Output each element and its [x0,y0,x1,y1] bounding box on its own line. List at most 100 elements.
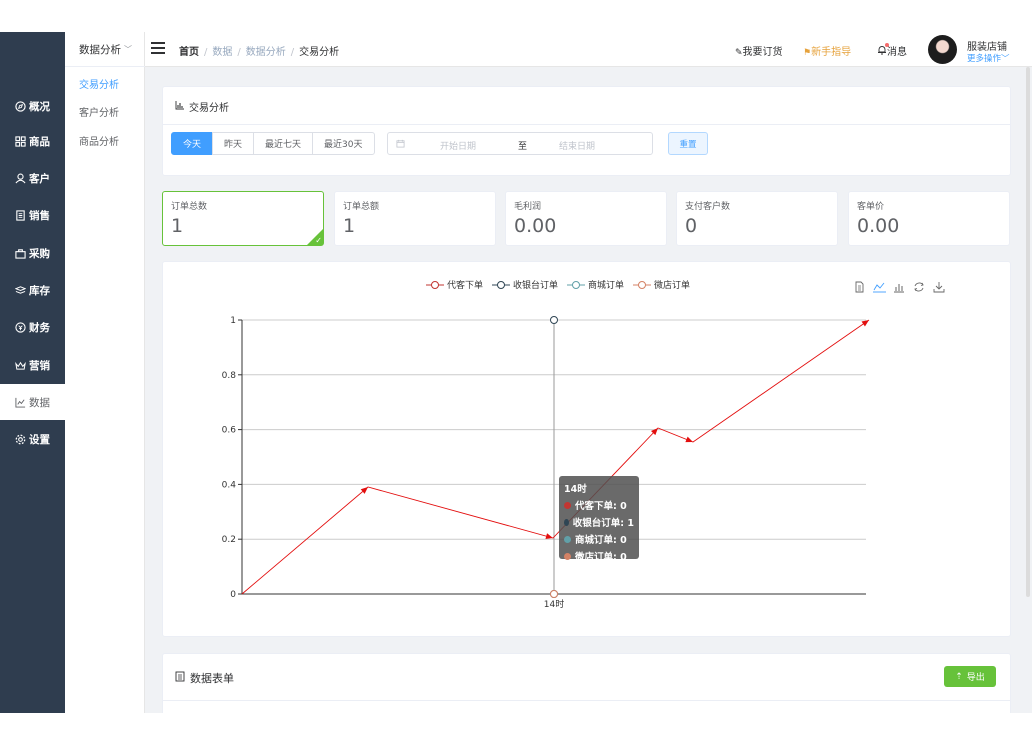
more-actions-dropdown[interactable]: 更多操作﹀ [967,52,1010,64]
range-button-group: 今天 昨天 最近七天 最近30天 [171,132,375,155]
section-title: 数据表单 [175,670,234,686]
sidebar-item-goods[interactable]: 商品 [0,123,65,159]
y-tick-label: 0.2 [222,535,236,545]
chevron-down-icon: ﹀ [124,44,132,54]
breadcrumb: 首页 / 数据 / 数据分析 / 交易分析 [179,47,340,58]
reset-button[interactable]: 重置 [668,132,708,155]
breadcrumb-data[interactable]: 数据 [212,47,232,58]
stat-label: 订单总数 [171,202,208,212]
y-tick-label: 0.8 [222,371,237,381]
tag-icon: ✎ [735,48,743,58]
chart-card: 代客下单 收银台订单 商城订单 微店订单 0 0.2 0.4 0.6 0.8 1 14时 1… [162,261,1011,637]
compass-icon [14,100,26,112]
data-table-card: 数据表单 ⇡ 导出 [162,653,1011,713]
check-icon: ✓ [315,236,322,245]
submenu-title-label: 数据分析 [79,43,121,56]
sidebar-item-label: 营销 [29,359,50,372]
range-7days-button[interactable]: 最近七天 [253,132,314,155]
bag-icon [14,247,26,259]
scrollbar[interactable] [1026,67,1030,597]
stat-card-avg-order-value[interactable]: 客单价 0.00 [848,191,1010,246]
stat-card-gross-profit[interactable]: 毛利润 0.00 [505,191,667,246]
data-point [550,316,558,324]
stat-value: 1 [343,215,356,237]
stat-value: 0 [685,215,698,237]
chart-line-icon [14,396,26,408]
effect-trail-line [241,319,870,595]
section-title-label: 数据表单 [190,672,234,685]
top-bar: 首页 / 数据 / 数据分析 / 交易分析 ✎我要订货 ⚑新手指导 消息 服装店铺 更多操作… [145,32,1032,67]
y-tick-label: 0.6 [222,426,237,436]
sidebar-item-label: 数据 [29,396,50,409]
range-yesterday-button[interactable]: 昨天 [212,132,255,155]
breadcrumb-analysis[interactable]: 数据分析 [246,47,286,58]
breadcrumb-home[interactable]: 首页 [179,47,199,58]
sidebar-item-label: 财务 [29,321,50,334]
stat-card-paying-customers[interactable]: 支付客户数 0 [676,191,838,246]
x-tick-label: 14时 [544,598,564,610]
sidebar-item-label: 销售 [29,209,50,222]
series-dot [564,535,571,543]
sidebar-item-stock[interactable]: 库存 [0,272,65,308]
list-icon [175,671,185,685]
section-title-label: 交易分析 [189,103,229,114]
divider [163,700,1010,701]
tooltip-label: 商城订单: 0 [575,535,627,546]
crown-icon [14,359,26,371]
tooltip-row: 商城订单: 0 [564,532,634,546]
sidebar-item-sales[interactable]: 销售 [0,197,65,233]
layers-icon [14,284,26,296]
stat-card-order-amount[interactable]: 订单总额 1 [334,191,496,246]
sidebar-item-finance[interactable]: 财务 [0,309,65,345]
range-today-button[interactable]: 今天 [171,132,214,155]
stat-card-order-count[interactable]: 订单总数 1 ✓ [162,191,324,246]
tooltip-row: 微店订单: 0 [564,549,634,563]
trade-analysis-card: 交易分析 今天 昨天 最近七天 最近30天 开始日期 至 结束日期 重置 [162,86,1011,176]
y-tick-label: 0.4 [222,480,237,490]
gear-icon [14,433,26,445]
tooltip-row: 收银台订单: 1 [564,515,634,529]
order-link-label: 我要订货 [742,47,783,58]
avatar[interactable] [928,35,957,64]
order-link[interactable]: ✎我要订货 [735,43,783,58]
y-tick-label: 0 [230,590,236,600]
range-30days-button[interactable]: 最近30天 [312,132,375,155]
bell-icon [877,43,889,55]
guide-link-label: 新手指导 [811,47,852,58]
tooltip-label: 收银台订单: 1 [572,518,634,529]
submenu-item-customer[interactable]: 客户分析 [79,104,119,119]
tooltip-row: 代客下单: 0 [564,498,634,512]
app-frame: 概况 商品 客户 销售 采购 库存 财务 营销 数据 设置 数据分析 ﹀ 交易分… [0,32,1032,713]
sidebar-item-purchase[interactable]: 采购 [0,235,65,271]
menu-toggle-icon[interactable] [151,42,165,54]
submenu-title[interactable]: 数据分析 ﹀ [65,32,145,67]
sidebar-item-label: 概况 [29,100,50,113]
guide-link[interactable]: ⚑新手指导 [803,43,851,58]
y-tick-label: 1 [230,316,236,326]
tooltip-title: 14时 [564,484,587,495]
stat-value: 0.00 [514,215,557,237]
end-date-input[interactable]: 结束日期 [559,139,595,152]
calendar-icon [396,139,405,151]
user-icon [14,172,26,184]
sidebar-item-settings[interactable]: 设置 [0,421,65,457]
submenu-item-trade[interactable]: 交易分析 [79,76,119,91]
sidebar-item-data[interactable]: 数据 [0,384,65,420]
tooltip-label: 微店订单: 0 [575,552,627,563]
message-link[interactable]: 消息 [877,43,907,58]
sidebar-item-overview[interactable]: 概况 [0,88,65,124]
date-range-picker[interactable]: 开始日期 至 结束日期 [387,132,653,155]
sidebar-item-marketing[interactable]: 营销 [0,347,65,383]
submenu-panel: 数据分析 ﹀ 交易分析 客户分析 商品分析 [65,32,145,713]
more-actions-label: 更多操作 [967,54,1002,64]
export-label: 导出 [966,673,985,683]
stat-value: 1 [171,215,184,237]
stat-value: 0.00 [857,215,900,237]
submenu-item-goods[interactable]: 商品分析 [79,133,119,148]
start-date-input[interactable]: 开始日期 [440,139,476,152]
sidebar-item-label: 设置 [29,433,50,446]
export-button[interactable]: ⇡ 导出 [944,666,996,687]
section-title: 交易分析 [175,99,229,114]
chart-tooltip: 14时 代客下单: 0 收银台订单: 1 商城订单: 0 微店订单: 0 [559,476,639,563]
sidebar-item-customers[interactable]: 客户 [0,160,65,196]
